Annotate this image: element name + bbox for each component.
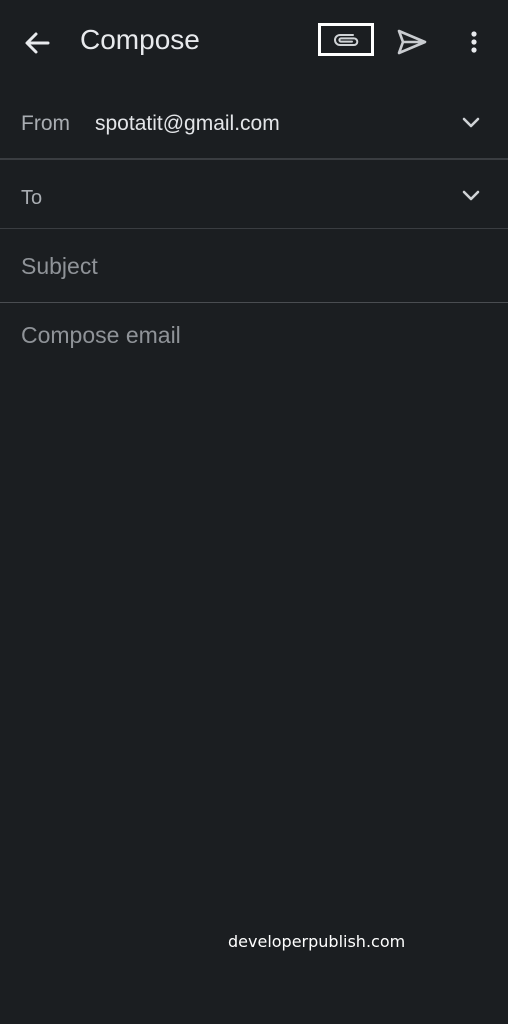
subject-row: [0, 229, 508, 303]
attach-button[interactable]: [318, 23, 374, 56]
arrow-back-icon: [25, 32, 50, 54]
from-row[interactable]: From spotatit@gmail.com: [0, 88, 508, 160]
send-button[interactable]: [396, 28, 428, 56]
chevron-down-icon[interactable]: [460, 115, 482, 131]
send-icon: [397, 29, 427, 55]
page-title: Compose: [80, 24, 200, 55]
more-options-button[interactable]: [462, 28, 486, 58]
top-app-bar: Compose: [0, 0, 508, 85]
back-button[interactable]: [22, 28, 52, 58]
watermark-text: developerpublish.com: [228, 932, 406, 951]
compose-body-input[interactable]: [21, 322, 487, 902]
more-vert-icon: [471, 31, 477, 53]
subject-input[interactable]: [21, 253, 481, 280]
from-account[interactable]: spotatit@gmail.com: [95, 112, 280, 136]
chevron-down-icon[interactable]: [460, 188, 482, 204]
paperclip-icon: [334, 33, 359, 46]
from-label: From: [21, 112, 70, 135]
to-row[interactable]: To: [0, 160, 508, 229]
to-label: To: [21, 187, 43, 209]
